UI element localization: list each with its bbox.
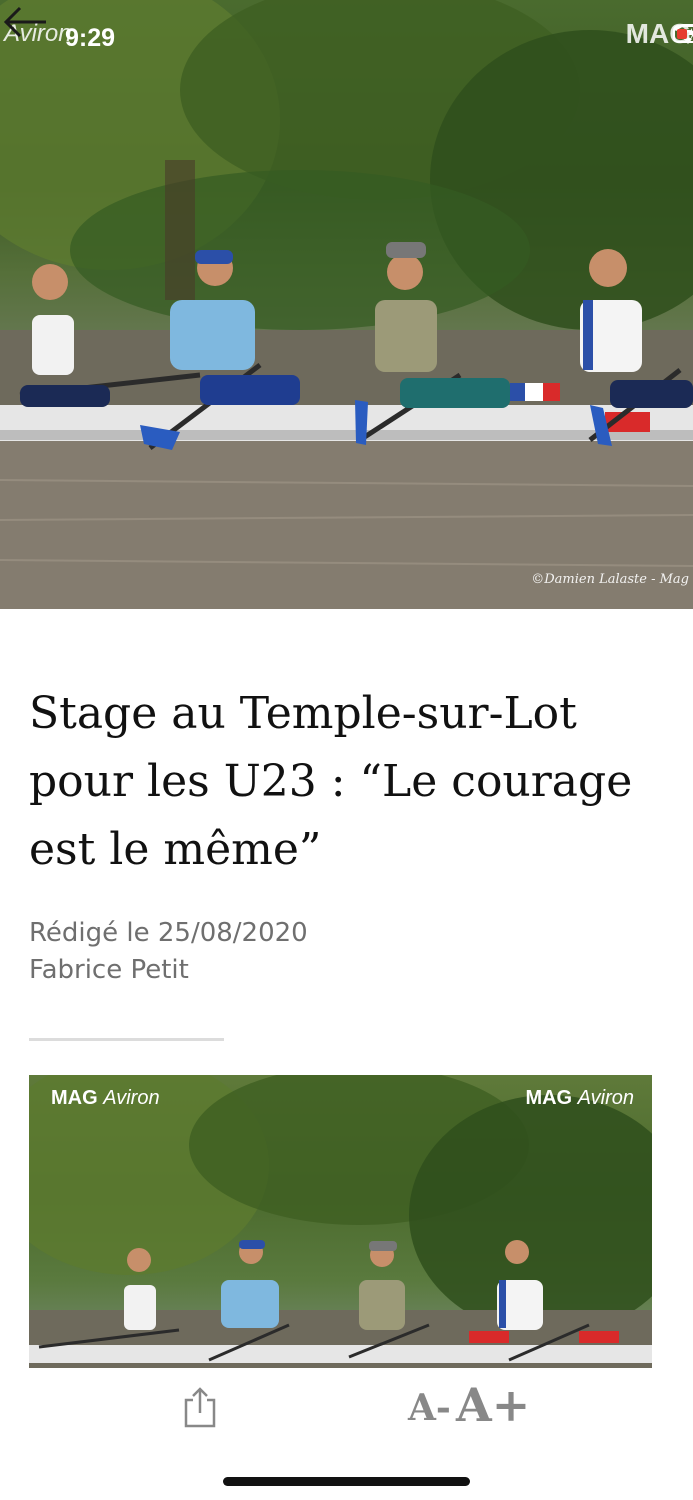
article-title: Stage au Temple-sur-Lot pour les U23 : “… [29, 688, 633, 875]
share-icon[interactable] [183, 1386, 217, 1428]
back-arrow-icon[interactable] [0, 0, 50, 44]
increase-font-button[interactable]: A+ [456, 1375, 530, 1435]
article-author: Fabrice Petit [29, 955, 189, 985]
hero-scene [0, 0, 693, 609]
photo-credit: ©Damien Lalaste - Mag [531, 572, 689, 587]
battery-icon [673, 25, 693, 43]
inline-watermark-left: MAG Aviron [51, 1087, 160, 1109]
article-date: Rédigé le 25/08/2020 [29, 918, 308, 948]
divider [29, 1038, 224, 1041]
hero-photo: Aviron MAG 9:29 ©Damien Lalaste - Mag [0, 0, 693, 609]
status-time: 9:29 [65, 24, 116, 52]
article-inline-photo: MAG Aviron MAG Aviron [29, 1075, 652, 1368]
decrease-font-button[interactable]: A- [408, 1383, 451, 1433]
inline-photo-scene [29, 1075, 652, 1368]
home-indicator[interactable] [223, 1477, 470, 1486]
inline-watermark-right: MAG Aviron [525, 1087, 634, 1109]
article-meta: Rédigé le 25/08/2020 Fabrice Petit [29, 915, 308, 989]
